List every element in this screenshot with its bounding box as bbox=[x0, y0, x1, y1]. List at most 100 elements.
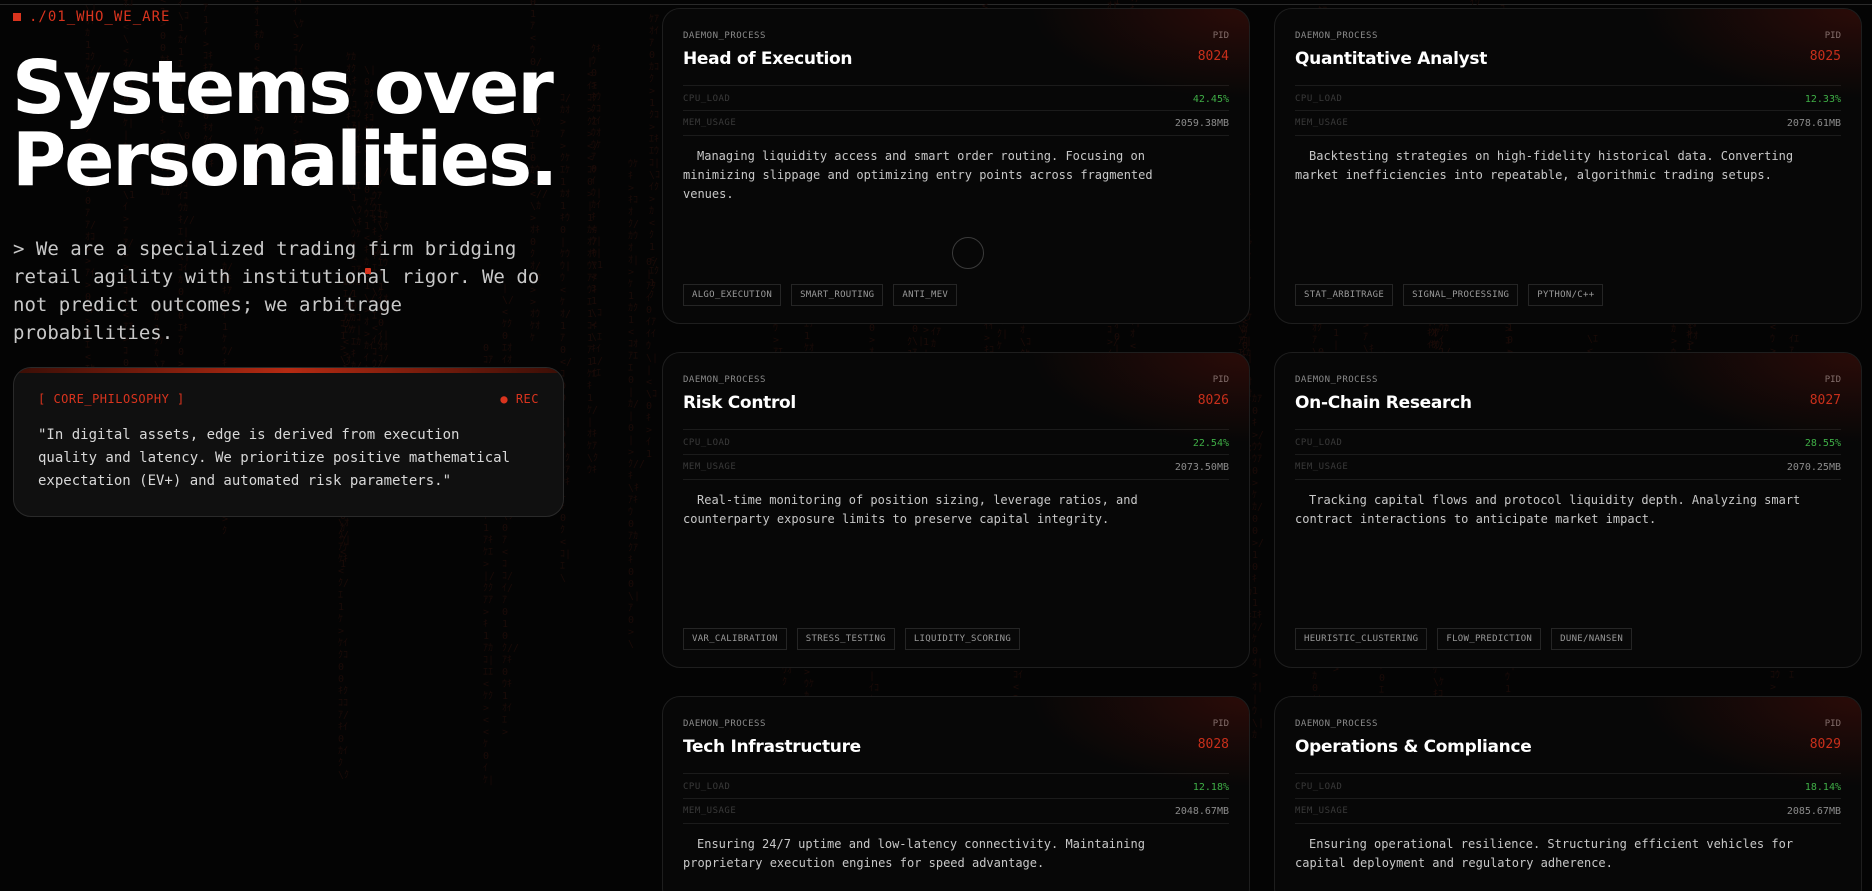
mem-usage-label: MEM_USAGE bbox=[1295, 806, 1349, 816]
rain-column: ｶｱ0ｷ>/ｳｳｳｱ0>ｹｶ/00>/10ｷ11ｴｷｳ/ｹ0ｵ|>ｵ||ｳ\|ｶ bbox=[1252, 394, 1265, 741]
skill-tag: STRESS_TESTING bbox=[796, 628, 895, 650]
divider bbox=[683, 110, 1229, 111]
rain-column: ｳｹｷ>ｷｺｵｸ/ｶｳｵｵ|>ｹ1ｶｸ1<ｺｵｱｴｴ0|ｶ/|0|>ｸ//ｷ\ｷ… bbox=[628, 159, 646, 650]
divider bbox=[1295, 135, 1841, 136]
divider bbox=[683, 823, 1229, 824]
divider bbox=[1295, 454, 1841, 455]
divider bbox=[1295, 798, 1841, 799]
divider bbox=[683, 479, 1229, 480]
role-title: Quantitative Analyst bbox=[1295, 49, 1488, 69]
skill-tag: SIGNAL_PROCESSING bbox=[1403, 284, 1519, 306]
hero-subtitle: > We are a specialized trading firm brid… bbox=[13, 238, 540, 344]
divider bbox=[683, 135, 1229, 136]
process-label: DAEMON_PROCESS bbox=[1295, 719, 1378, 729]
role-title: Tech Infrastructure bbox=[683, 737, 861, 757]
mem-usage-label: MEM_USAGE bbox=[1295, 118, 1349, 128]
role-title: On-Chain Research bbox=[1295, 393, 1472, 413]
role-description: Backtesting strategies on high-fidelity … bbox=[1295, 149, 1794, 182]
divider bbox=[1295, 429, 1841, 430]
philosophy-quote: "In digital assets, edge is derived from… bbox=[38, 427, 511, 489]
mouse-cursor-ring bbox=[952, 237, 984, 269]
process-card[interactable]: DAEMON_PROCESS PID Tech Infrastructure 8… bbox=[662, 696, 1250, 891]
skill-tag: VAR_CALIBRATION bbox=[683, 628, 787, 650]
role-description: Ensuring operational resilience. Structu… bbox=[1295, 837, 1794, 870]
process-card[interactable]: DAEMON_PROCESS PID Head of Execution 802… bbox=[662, 8, 1250, 324]
page: ｳｶｷ1/ｹｵｳ>ｺ1ｷｲｺｱｸｷｱ0\|ｱｶ|ｺｳｱ|ｶｲｸｴｱ>ｴｴ1\ｳ\… bbox=[0, 0, 1872, 891]
skill-tag: STAT_ARBITRAGE bbox=[1295, 284, 1394, 306]
mem-usage-value: 2085.67MB bbox=[1786, 806, 1841, 817]
cpu-load-label: CPU_LOAD bbox=[1295, 94, 1343, 104]
process-card[interactable]: DAEMON_PROCESS PID On-Chain Research 802… bbox=[1274, 352, 1862, 668]
divider bbox=[683, 798, 1229, 799]
hero-title-line-2: Personalities. bbox=[12, 117, 558, 203]
role-description: Real-time monitoring of position sizing,… bbox=[683, 493, 1138, 526]
mem-usage-value: 2070.25MB bbox=[1786, 462, 1841, 473]
process-label: DAEMON_PROCESS bbox=[683, 719, 766, 729]
divider bbox=[1295, 823, 1841, 824]
mem-usage-value: 2073.50MB bbox=[1174, 462, 1229, 473]
pid-value: 8028 bbox=[1197, 737, 1229, 752]
rec-status: ● REC bbox=[500, 392, 539, 406]
cpu-load-value: 12.33% bbox=[1804, 94, 1841, 105]
pid-value: 8024 bbox=[1197, 49, 1229, 64]
role-title: Operations & Compliance bbox=[1295, 737, 1532, 757]
pid-label: PID bbox=[1212, 31, 1229, 41]
pid-value: 8026 bbox=[1197, 393, 1229, 408]
pid-label: PID bbox=[1824, 719, 1841, 729]
hero-title: Systems over Personalities. bbox=[12, 45, 558, 203]
tag-list: ALGO_EXECUTION SMART_ROUTING ANTI_MEV bbox=[683, 284, 958, 306]
cpu-load-value: 22.54% bbox=[1192, 438, 1229, 449]
hero-title-line-1: Systems over bbox=[12, 45, 554, 131]
skill-tag: SMART_ROUTING bbox=[791, 284, 884, 306]
skill-tag: DUNE/NANSEN bbox=[1551, 628, 1633, 650]
role-description: Managing liquidity access and smart orde… bbox=[683, 149, 1153, 201]
process-card[interactable]: DAEMON_PROCESS PID Risk Control 8026 CPU… bbox=[662, 352, 1250, 668]
cpu-load-value: 12.18% bbox=[1192, 782, 1229, 793]
role-description: Tracking capital flows and protocol liqu… bbox=[1295, 493, 1801, 526]
cpu-load-label: CPU_LOAD bbox=[1295, 438, 1343, 448]
divider bbox=[683, 85, 1229, 86]
pid-value: 8025 bbox=[1809, 49, 1841, 64]
rain-column: 0/|ｱｸｲ0ｲｱｲｲｳ\||<\ｺ0ｷ>ｲ1 bbox=[646, 257, 659, 460]
process-label: DAEMON_PROCESS bbox=[1295, 375, 1378, 385]
skill-tag: PYTHON/C++ bbox=[1528, 284, 1604, 306]
role-title: Risk Control bbox=[683, 393, 796, 413]
divider bbox=[1295, 479, 1841, 480]
divider bbox=[1295, 85, 1841, 86]
process-label: DAEMON_PROCESS bbox=[683, 375, 766, 385]
cpu-load-label: CPU_LOAD bbox=[683, 782, 731, 792]
process-card[interactable]: DAEMON_PROCESS PID Quantitative Analyst … bbox=[1274, 8, 1862, 324]
cpu-load-value: 28.55% bbox=[1804, 438, 1841, 449]
role-title: Head of Execution bbox=[683, 49, 853, 69]
pid-label: PID bbox=[1212, 375, 1229, 385]
red-dot-cursor bbox=[365, 268, 371, 274]
tag-list: VAR_CALIBRATION STRESS_TESTING LIQUIDITY_S… bbox=[683, 628, 1021, 650]
rain-column: |<ｲｴｺｸ>ｸｴ></<ｺｹ0>|1ｶｶｵｱｵｳｳｱｱｱｳｷｴ1ｺｲ1ｱ1ｹｴ… bbox=[587, 57, 600, 476]
philosophy-accent-bar bbox=[14, 368, 563, 373]
philosophy-header: [ CORE_PHILOSOPHY ] ● REC bbox=[38, 392, 539, 406]
divider bbox=[683, 429, 1229, 430]
mem-usage-label: MEM_USAGE bbox=[1295, 462, 1349, 472]
mem-usage-value: 2059.38MB bbox=[1174, 118, 1229, 129]
divider bbox=[683, 773, 1229, 774]
divider bbox=[683, 454, 1229, 455]
tag-list: HEURISTIC_CLUSTERING FLOW_PREDICTION DUNE/… bbox=[1295, 628, 1633, 650]
pid-label: PID bbox=[1824, 31, 1841, 41]
philosophy-label: [ CORE_PHILOSOPHY ] bbox=[38, 392, 185, 406]
square-icon bbox=[13, 13, 21, 21]
pid-value: 8027 bbox=[1809, 393, 1841, 408]
pid-label: PID bbox=[1824, 375, 1841, 385]
cpu-load-label: CPU_LOAD bbox=[1295, 782, 1343, 792]
cpu-load-value: 18.14% bbox=[1804, 782, 1841, 793]
divider bbox=[1295, 773, 1841, 774]
role-description: Ensuring 24/7 uptime and low-latency con… bbox=[683, 837, 1145, 870]
core-philosophy-card: [ CORE_PHILOSOPHY ] ● REC "In digital as… bbox=[13, 367, 564, 517]
skill-tag: ALGO_EXECUTION bbox=[683, 284, 782, 306]
process-card[interactable]: DAEMON_PROCESS PID Operations & Complian… bbox=[1274, 696, 1862, 891]
mem-usage-value: 2048.67MB bbox=[1174, 806, 1229, 817]
divider bbox=[1295, 110, 1841, 111]
section-tag-label: ./01_WHO_WE_ARE bbox=[29, 9, 171, 25]
cpu-load-label: CPU_LOAD bbox=[683, 94, 731, 104]
process-label: DAEMON_PROCESS bbox=[1295, 31, 1378, 41]
top-divider bbox=[0, 4, 1872, 5]
